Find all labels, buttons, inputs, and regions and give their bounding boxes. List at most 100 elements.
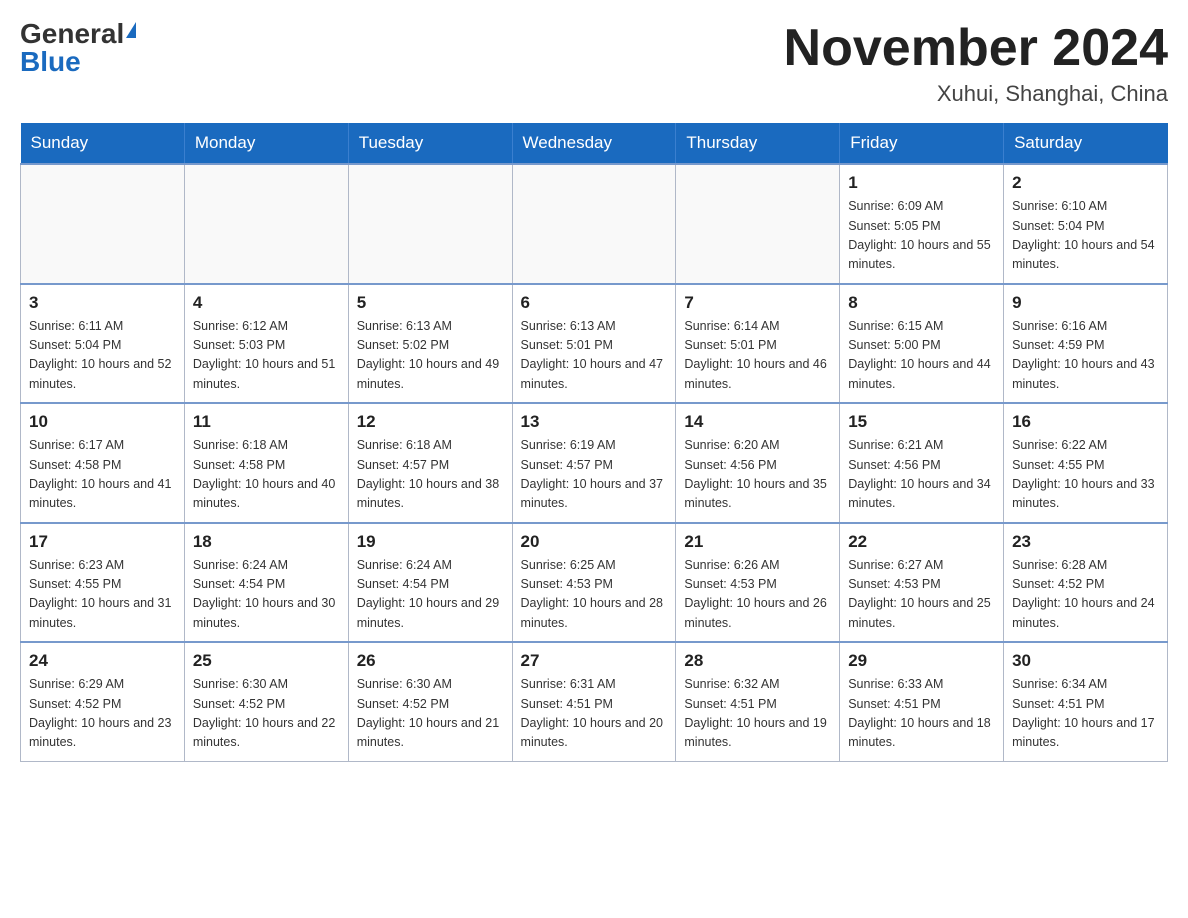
day-number: 27 [521, 651, 668, 671]
logo-general-text: General [20, 20, 124, 48]
calendar-cell: 20Sunrise: 6:25 AMSunset: 4:53 PMDayligh… [512, 523, 676, 643]
day-number: 26 [357, 651, 504, 671]
day-number: 18 [193, 532, 340, 552]
header-day-monday: Monday [184, 123, 348, 164]
calendar-cell [512, 164, 676, 284]
calendar-cell: 4 Sunrise: 6:12 AMSunset: 5:03 PMDaylight… [184, 284, 348, 404]
day-info: Sunrise: 6:12 AMSunset: 5:03 PMDaylight:… [193, 317, 340, 395]
logo-triangle-icon [126, 22, 136, 38]
day-number: 24 [29, 651, 176, 671]
day-number: 29 [848, 651, 995, 671]
day-number: 14 [684, 412, 831, 432]
day-number: 13 [521, 412, 668, 432]
day-info: Sunrise: 6:18 AMSunset: 4:58 PMDaylight:… [193, 436, 340, 514]
day-number: 25 [193, 651, 340, 671]
calendar-cell: 1Sunrise: 6:09 AMSunset: 5:05 PMDaylight… [840, 164, 1004, 284]
header-day-saturday: Saturday [1004, 123, 1168, 164]
calendar-table: SundayMondayTuesdayWednesdayThursdayFrid… [20, 123, 1168, 762]
calendar-cell: 15 Sunrise: 6:21 AMSunset: 4:56 PMDayligh… [840, 403, 1004, 523]
calendar-cell: 9 Sunrise: 6:16 AMSunset: 4:59 PMDaylight… [1004, 284, 1168, 404]
day-info: Sunrise: 6:29 AMSunset: 4:52 PMDaylight:… [29, 675, 176, 753]
calendar-cell: 29 Sunrise: 6:33 AMSunset: 4:51 PMDayligh… [840, 642, 1004, 761]
day-info: Sunrise: 6:19 AMSunset: 4:57 PMDaylight:… [521, 436, 668, 514]
calendar-cell [676, 164, 840, 284]
day-number: 17 [29, 532, 176, 552]
day-info: Sunrise: 6:30 AMSunset: 4:52 PMDaylight:… [357, 675, 504, 753]
day-info: Sunrise: 6:31 AMSunset: 4:51 PMDaylight:… [521, 675, 668, 753]
calendar-cell: 3 Sunrise: 6:11 AMSunset: 5:04 PMDaylight… [21, 284, 185, 404]
day-number: 5 [357, 293, 504, 313]
calendar-subtitle: Xuhui, Shanghai, China [784, 81, 1168, 107]
week-row-0: 1Sunrise: 6:09 AMSunset: 5:05 PMDaylight… [21, 164, 1168, 284]
logo: General Blue [20, 20, 136, 76]
day-number: 19 [357, 532, 504, 552]
day-info: Sunrise: 6:26 AMSunset: 4:53 PMDaylight:… [684, 556, 831, 634]
calendar-cell: 28 Sunrise: 6:32 AMSunset: 4:51 PMDayligh… [676, 642, 840, 761]
day-number: 10 [29, 412, 176, 432]
header-day-wednesday: Wednesday [512, 123, 676, 164]
day-number: 30 [1012, 651, 1159, 671]
day-info: Sunrise: 6:23 AMSunset: 4:55 PMDaylight:… [29, 556, 176, 634]
day-number: 4 [193, 293, 340, 313]
header: General Blue November 2024 Xuhui, Shangh… [20, 20, 1168, 107]
day-info: Sunrise: 6:09 AMSunset: 5:05 PMDaylight:… [848, 197, 995, 275]
calendar-cell [184, 164, 348, 284]
calendar-cell [21, 164, 185, 284]
calendar-cell: 23 Sunrise: 6:28 AMSunset: 4:52 PMDayligh… [1004, 523, 1168, 643]
day-info: Sunrise: 6:21 AMSunset: 4:56 PMDaylight:… [848, 436, 995, 514]
day-number: 2 [1012, 173, 1159, 193]
header-day-tuesday: Tuesday [348, 123, 512, 164]
day-number: 12 [357, 412, 504, 432]
day-number: 15 [848, 412, 995, 432]
calendar-cell: 10 Sunrise: 6:17 AMSunset: 4:58 PMDayligh… [21, 403, 185, 523]
calendar-cell: 27 Sunrise: 6:31 AMSunset: 4:51 PMDayligh… [512, 642, 676, 761]
day-number: 3 [29, 293, 176, 313]
day-number: 8 [848, 293, 995, 313]
week-row-1: 3 Sunrise: 6:11 AMSunset: 5:04 PMDaylight… [21, 284, 1168, 404]
week-row-4: 24 Sunrise: 6:29 AMSunset: 4:52 PMDayligh… [21, 642, 1168, 761]
day-info: Sunrise: 6:13 AMSunset: 5:01 PMDaylight:… [521, 317, 668, 395]
day-info: Sunrise: 6:11 AMSunset: 5:04 PMDaylight:… [29, 317, 176, 395]
calendar-body: 1Sunrise: 6:09 AMSunset: 5:05 PMDaylight… [21, 164, 1168, 761]
calendar-title: November 2024 [784, 20, 1168, 77]
day-number: 11 [193, 412, 340, 432]
day-number: 28 [684, 651, 831, 671]
calendar-cell: 8 Sunrise: 6:15 AMSunset: 5:00 PMDaylight… [840, 284, 1004, 404]
day-info: Sunrise: 6:14 AMSunset: 5:01 PMDaylight:… [684, 317, 831, 395]
calendar-cell: 24 Sunrise: 6:29 AMSunset: 4:52 PMDayligh… [21, 642, 185, 761]
day-number: 6 [521, 293, 668, 313]
day-info: Sunrise: 6:15 AMSunset: 5:00 PMDaylight:… [848, 317, 995, 395]
logo-blue-text: Blue [20, 48, 81, 76]
day-info: Sunrise: 6:32 AMSunset: 4:51 PMDaylight:… [684, 675, 831, 753]
day-info: Sunrise: 6:28 AMSunset: 4:52 PMDaylight:… [1012, 556, 1159, 634]
day-info: Sunrise: 6:25 AMSunset: 4:53 PMDaylight:… [521, 556, 668, 634]
calendar-cell: 7 Sunrise: 6:14 AMSunset: 5:01 PMDaylight… [676, 284, 840, 404]
calendar-cell: 2Sunrise: 6:10 AMSunset: 5:04 PMDaylight… [1004, 164, 1168, 284]
day-number: 7 [684, 293, 831, 313]
calendar-cell: 30Sunrise: 6:34 AMSunset: 4:51 PMDayligh… [1004, 642, 1168, 761]
calendar-cell: 14Sunrise: 6:20 AMSunset: 4:56 PMDayligh… [676, 403, 840, 523]
calendar-cell: 5Sunrise: 6:13 AMSunset: 5:02 PMDaylight… [348, 284, 512, 404]
day-number: 23 [1012, 532, 1159, 552]
day-info: Sunrise: 6:24 AMSunset: 4:54 PMDaylight:… [357, 556, 504, 634]
calendar-cell: 12 Sunrise: 6:18 AMSunset: 4:57 PMDayligh… [348, 403, 512, 523]
day-number: 9 [1012, 293, 1159, 313]
day-info: Sunrise: 6:18 AMSunset: 4:57 PMDaylight:… [357, 436, 504, 514]
calendar-cell: 22 Sunrise: 6:27 AMSunset: 4:53 PMDayligh… [840, 523, 1004, 643]
day-info: Sunrise: 6:33 AMSunset: 4:51 PMDaylight:… [848, 675, 995, 753]
calendar-cell: 26 Sunrise: 6:30 AMSunset: 4:52 PMDayligh… [348, 642, 512, 761]
calendar-cell: 25 Sunrise: 6:30 AMSunset: 4:52 PMDayligh… [184, 642, 348, 761]
header-day-thursday: Thursday [676, 123, 840, 164]
day-info: Sunrise: 6:22 AMSunset: 4:55 PMDaylight:… [1012, 436, 1159, 514]
day-info: Sunrise: 6:16 AMSunset: 4:59 PMDaylight:… [1012, 317, 1159, 395]
day-info: Sunrise: 6:27 AMSunset: 4:53 PMDaylight:… [848, 556, 995, 634]
day-number: 22 [848, 532, 995, 552]
calendar-cell: 18Sunrise: 6:24 AMSunset: 4:54 PMDayligh… [184, 523, 348, 643]
week-row-2: 10 Sunrise: 6:17 AMSunset: 4:58 PMDayligh… [21, 403, 1168, 523]
day-info: Sunrise: 6:17 AMSunset: 4:58 PMDaylight:… [29, 436, 176, 514]
header-row: SundayMondayTuesdayWednesdayThursdayFrid… [21, 123, 1168, 164]
calendar-cell: 16Sunrise: 6:22 AMSunset: 4:55 PMDayligh… [1004, 403, 1168, 523]
day-number: 21 [684, 532, 831, 552]
calendar-cell: 21 Sunrise: 6:26 AMSunset: 4:53 PMDayligh… [676, 523, 840, 643]
day-info: Sunrise: 6:30 AMSunset: 4:52 PMDaylight:… [193, 675, 340, 753]
